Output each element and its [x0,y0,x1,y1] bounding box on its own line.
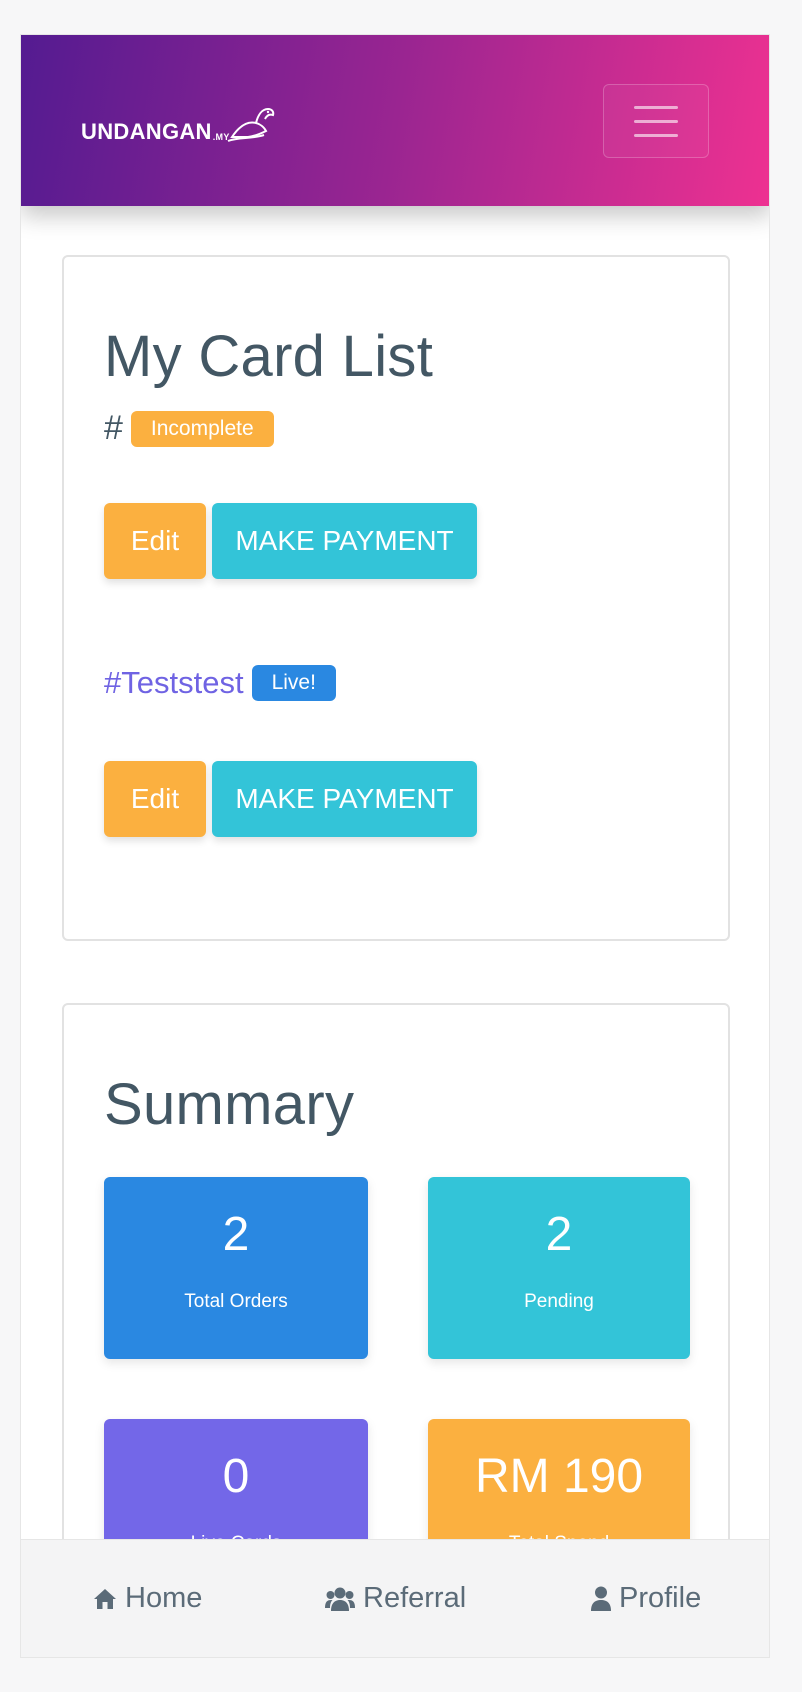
nav-home[interactable]: Home [93,1582,202,1615]
edit-button[interactable]: Edit [104,503,206,579]
card-entry-header: # Incomplete [104,409,274,448]
hamburger-icon [634,105,678,109]
stat-value: RM 190 [474,1450,644,1503]
stat-tile-pending: 2 Pending [428,1177,690,1359]
card-entry-header: #Teststest Live! [104,665,336,701]
summary-title: Summary [104,1072,355,1137]
edit-button[interactable]: Edit [104,761,206,837]
users-icon [325,1587,355,1611]
status-badge: Live! [251,665,336,701]
nav-referral[interactable]: Referral [325,1582,466,1615]
stat-value: 2 [222,1208,250,1261]
nav-label: Home [125,1582,203,1614]
card-entry-actions: Edit MAKE PAYMENT [104,761,477,837]
nav-label: Referral [363,1582,467,1614]
status-badge: Incomplete [130,410,274,447]
brand-logo[interactable]: UNDANGAN .MY [81,103,276,145]
hamburger-line [634,133,678,137]
brand-name: UNDANGAN [81,119,212,144]
card-entry-link[interactable]: #Teststest [104,665,244,701]
stat-label: Pending [524,1291,594,1312]
top-navbar: UNDANGAN .MY [21,35,769,206]
bottom-nav: Home Referral Profile [21,1539,769,1657]
stat-value: 2 [545,1208,573,1261]
user-icon [591,1586,611,1611]
card-entry-actions: Edit MAKE PAYMENT [104,503,477,579]
stat-tile-total-orders: 2 Total Orders [104,1177,368,1359]
make-payment-button[interactable]: MAKE PAYMENT [212,761,477,837]
card-entry-name: # [104,409,123,447]
make-payment-button[interactable]: MAKE PAYMENT [212,503,477,579]
card-list-panel: My Card List # Incomplete Edit MAKE PAYM… [62,255,730,941]
nav-profile[interactable]: Profile [591,1582,701,1615]
menu-toggle-button[interactable] [603,84,709,158]
nav-label: Profile [619,1582,702,1614]
bird-logo-icon [227,107,274,142]
card-list-title: My Card List [104,324,434,389]
stat-value: 0 [222,1450,250,1503]
home-icon [94,1588,116,1609]
app-screen: UNDANGAN .MY My Card List # Incomplete E… [20,34,770,1658]
hamburger-line [634,119,678,123]
stat-label: Total Orders [184,1291,288,1312]
